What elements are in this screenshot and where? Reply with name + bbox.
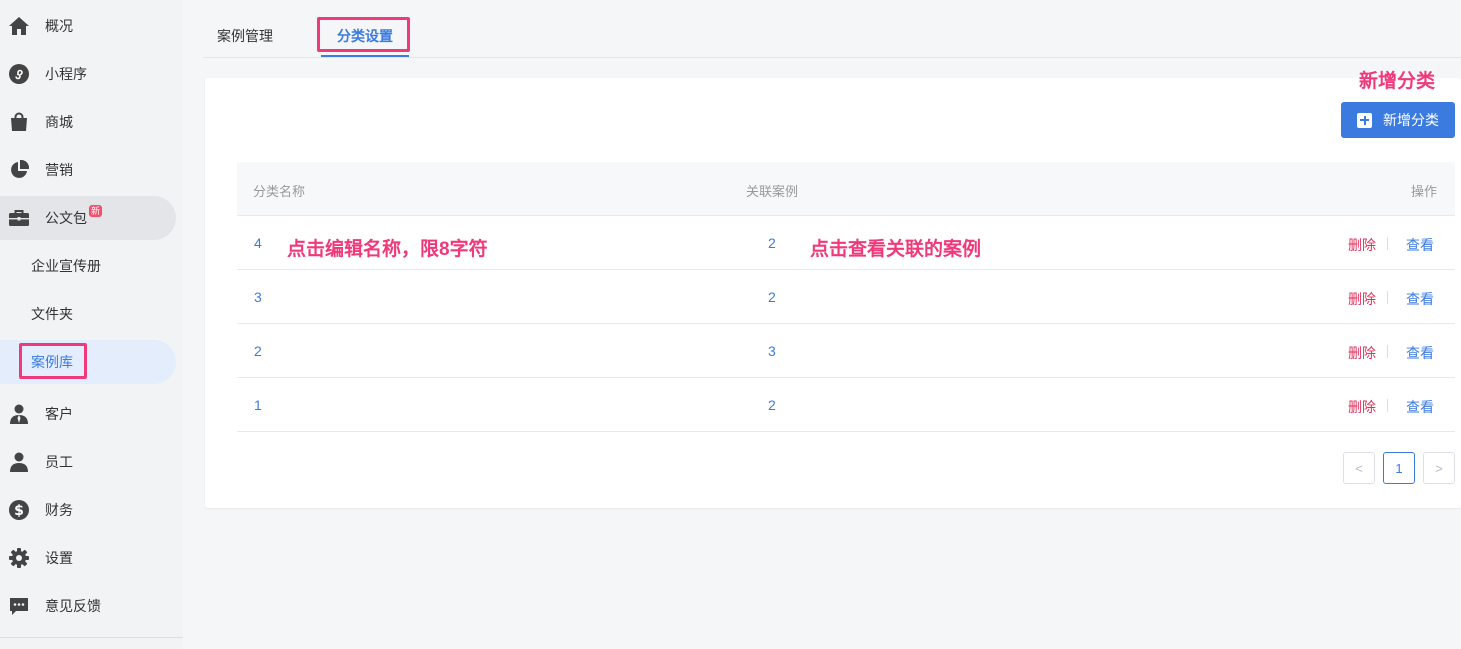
shopping-bag-icon (8, 111, 30, 133)
nav-label: 营销 (45, 162, 73, 178)
linked-cases-cell[interactable]: 2 (768, 397, 776, 413)
header-actions: 操作 (1411, 184, 1438, 199)
tab-case-management[interactable]: 案例管理 (217, 26, 273, 46)
table-header: 分类名称 关联案例 操作 (237, 162, 1455, 216)
delete-link[interactable]: 删除 (1348, 397, 1376, 417)
view-link[interactable]: 查看 (1406, 343, 1434, 363)
briefcase-icon (8, 207, 30, 229)
annotation-view-cases: 点击查看关联的案例 (810, 239, 982, 260)
category-name-cell[interactable]: 2 (254, 343, 262, 359)
subitem-label: 文件夹 (31, 306, 73, 322)
svg-text:$: $ (14, 503, 24, 519)
add-category-label: 新增分类 (1383, 112, 1439, 128)
add-category-button[interactable]: 新增分类 (1341, 102, 1455, 138)
table-row: 1 2 删除 查看 (237, 378, 1455, 432)
table-row: 2 3 删除 查看 (237, 324, 1455, 378)
nav-label: 意见反馈 (45, 598, 101, 614)
nav-item-overview[interactable]: 概况 (0, 4, 176, 48)
nav-item-marketing[interactable]: 营销 (0, 148, 176, 192)
gear-icon (8, 547, 30, 569)
nav-label: 商城 (45, 114, 73, 130)
action-divider (1387, 237, 1388, 250)
miniprogram-icon (8, 63, 30, 85)
plus-icon (1357, 112, 1372, 128)
tab-category-settings[interactable]: 分类设置 (337, 26, 393, 46)
pie-chart-icon (8, 159, 30, 181)
action-divider (1387, 291, 1388, 304)
header-linked-cases: 关联案例 (746, 184, 799, 199)
category-name-cell[interactable]: 1 (254, 397, 262, 413)
prev-page-button[interactable]: < (1343, 452, 1375, 484)
delete-link[interactable]: 删除 (1348, 343, 1376, 363)
nav-label: 公文包 (45, 210, 87, 226)
user-icon (8, 451, 30, 473)
dollar-icon: $ (8, 499, 30, 521)
delete-link[interactable]: 删除 (1348, 289, 1376, 309)
annotation-edit-name: 点击编辑名称，限8字符 (287, 239, 488, 260)
subitem-label: 案例库 (31, 354, 73, 370)
sidebar: 概况 小程序 商城 营销 公文包 新 企业宣传册 文件夹 案例库 客户 员工 $… (0, 0, 183, 649)
view-link[interactable]: 查看 (1406, 289, 1434, 309)
category-name-cell[interactable]: 3 (254, 289, 262, 305)
category-name-cell[interactable]: 4 (254, 235, 262, 251)
nav-item-customer[interactable]: 客户 (0, 392, 176, 436)
sidebar-subitem-brochure[interactable]: 企业宣传册 (0, 244, 176, 288)
nav-label: 财务 (45, 502, 73, 518)
nav-label: 概况 (45, 18, 73, 34)
nav-item-settings[interactable]: 设置 (0, 536, 176, 580)
nav-item-miniprogram[interactable]: 小程序 (0, 52, 176, 96)
nav-item-finance[interactable]: $ 财务 (0, 488, 176, 532)
linked-cases-cell[interactable]: 3 (768, 343, 776, 359)
feedback-icon (8, 595, 30, 617)
linked-cases-cell[interactable]: 2 (768, 235, 776, 251)
next-page-button[interactable]: > (1423, 452, 1455, 484)
nav-item-briefcase[interactable]: 公文包 新 (0, 196, 176, 240)
view-link[interactable]: 查看 (1406, 397, 1434, 417)
nav-item-mall[interactable]: 商城 (0, 100, 176, 144)
view-link[interactable]: 查看 (1406, 235, 1434, 255)
sidebar-subitem-folder[interactable]: 文件夹 (0, 292, 176, 336)
action-divider (1387, 345, 1388, 358)
delete-link[interactable]: 删除 (1348, 235, 1376, 255)
nav-label: 员工 (45, 454, 73, 470)
linked-cases-cell[interactable]: 2 (768, 289, 776, 305)
table-row: 3 2 删除 查看 (237, 270, 1455, 324)
active-tab-indicator (321, 55, 409, 57)
page-number-button[interactable]: 1 (1383, 452, 1415, 484)
sidebar-subitem-case-library[interactable]: 案例库 (0, 340, 176, 384)
annotation-add: 新增分类 (1359, 71, 1436, 92)
header-category-name: 分类名称 (253, 184, 306, 199)
action-divider (1387, 399, 1388, 412)
home-icon (8, 15, 30, 37)
nav-label: 设置 (45, 550, 73, 566)
new-badge: 新 (89, 205, 103, 217)
nav-item-feedback[interactable]: 意见反馈 (0, 584, 176, 628)
nav-item-staff[interactable]: 员工 (0, 440, 176, 484)
tab-bar: 案例管理 分类设置 (203, 0, 1461, 58)
sidebar-divider (0, 637, 183, 638)
subitem-label: 企业宣传册 (31, 258, 101, 274)
customer-icon (8, 403, 30, 425)
nav-label: 小程序 (45, 66, 87, 82)
nav-label: 客户 (45, 406, 73, 422)
